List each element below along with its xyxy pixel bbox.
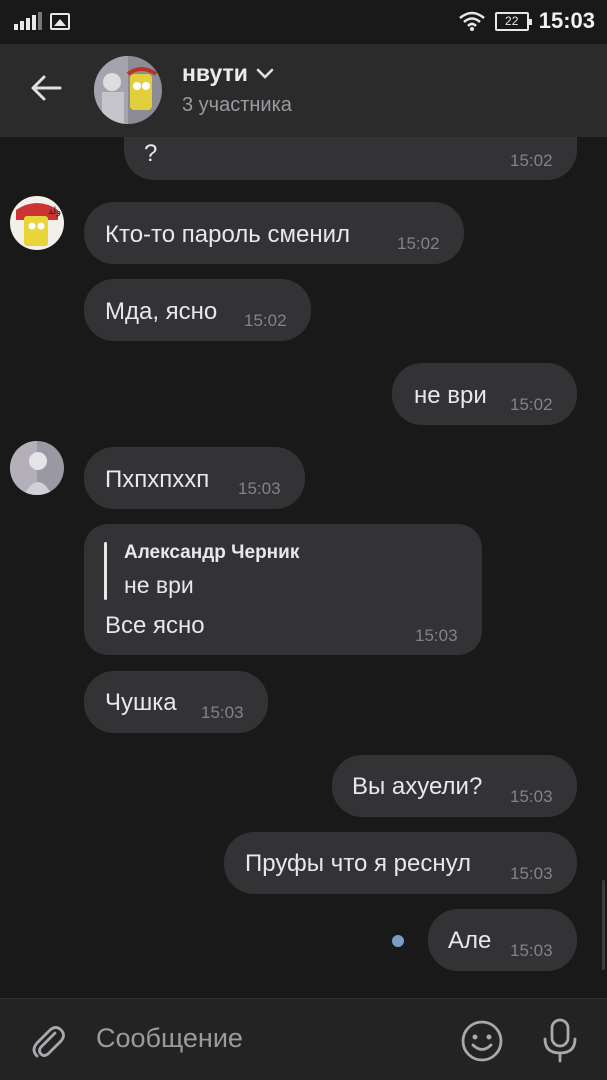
message-bubble-outgoing[interactable]: не ври 15:02 [392, 363, 577, 425]
status-bar: 22 15:03 [0, 0, 607, 44]
message-time: 15:02 [510, 151, 553, 170]
chat-title[interactable]: нвути [182, 60, 274, 87]
message-text: Все ясно [105, 612, 205, 639]
unread-indicator [392, 935, 404, 947]
message-bubble-incoming[interactable]: Пхпхпххп 15:03 [84, 447, 305, 509]
gallery-icon [50, 13, 70, 30]
microphone-icon[interactable] [540, 1017, 580, 1063]
reply-quote-bar [104, 542, 107, 600]
paperclip-icon[interactable] [28, 1021, 68, 1061]
sender-avatar[interactable] [10, 441, 64, 495]
message-time: 15:03 [510, 787, 553, 806]
message-time: 15:03 [510, 864, 553, 883]
message-time: 15:03 [201, 703, 244, 722]
message-text: Але [448, 927, 492, 954]
chat-subtitle: 3 участника [182, 94, 292, 116]
message-time: 15:02 [510, 395, 553, 414]
message-text: Мда, ясно [105, 298, 218, 325]
message-text: ? [144, 140, 158, 167]
message-text: Вы ахуели? [352, 773, 483, 800]
message-time: 15:02 [244, 311, 287, 330]
message-time: 15:03 [415, 626, 458, 645]
message-text: не ври [414, 382, 487, 409]
wifi-icon [458, 11, 485, 31]
reply-author[interactable]: Александр Черник [124, 542, 299, 564]
message-bubble-outgoing[interactable]: Пруфы что я реснул 15:03 [224, 832, 577, 894]
message-bubble-incoming[interactable]: Мда, ясно 15:02 [84, 279, 311, 341]
message-time: 15:03 [238, 479, 281, 498]
message-text: Чушка [105, 689, 177, 716]
reply-text: не ври [124, 572, 194, 598]
message-bubble-incoming[interactable]: Чушка 15:03 [84, 671, 268, 733]
chat-avatar[interactable] [94, 56, 162, 124]
chevron-down-icon[interactable] [256, 68, 274, 80]
emoji-icon[interactable] [460, 1019, 504, 1063]
scrollbar[interactable] [602, 880, 605, 970]
message-composer: Сообщение [0, 998, 607, 1080]
message-input[interactable]: Сообщение [96, 1023, 243, 1054]
message-bubble-outgoing[interactable]: Вы ахуели? 15:03 [332, 755, 577, 817]
message-bubble-reply[interactable]: Александр Черник не ври Все ясно 15:03 [84, 524, 482, 655]
message-bubble-outgoing[interactable]: ? 15:02 [124, 137, 577, 180]
message-list[interactable]: ? 15:02 ولد Кто-то пароль сменил 15:02 М… [0, 137, 607, 998]
clock: 15:03 [538, 8, 595, 33]
battery-icon: 22 [494, 11, 532, 31]
message-time: 15:03 [510, 941, 553, 960]
chat-header: нвути 3 участника [0, 44, 607, 137]
back-arrow-icon[interactable] [28, 70, 64, 106]
message-text: Кто-то пароль сменил [105, 221, 350, 248]
message-bubble-outgoing[interactable]: Але 15:03 [428, 909, 577, 971]
chat-title-text: нвути [182, 60, 248, 86]
svg-text:ولد: ولد [48, 206, 61, 217]
signal-icon [14, 12, 42, 30]
message-time: 15:02 [397, 234, 440, 253]
message-bubble-incoming[interactable]: Кто-то пароль сменил 15:02 [84, 202, 464, 264]
message-text: Пхпхпххп [105, 466, 210, 493]
message-text: Пруфы что я реснул [245, 850, 472, 877]
sender-avatar[interactable]: ولد [10, 196, 64, 250]
